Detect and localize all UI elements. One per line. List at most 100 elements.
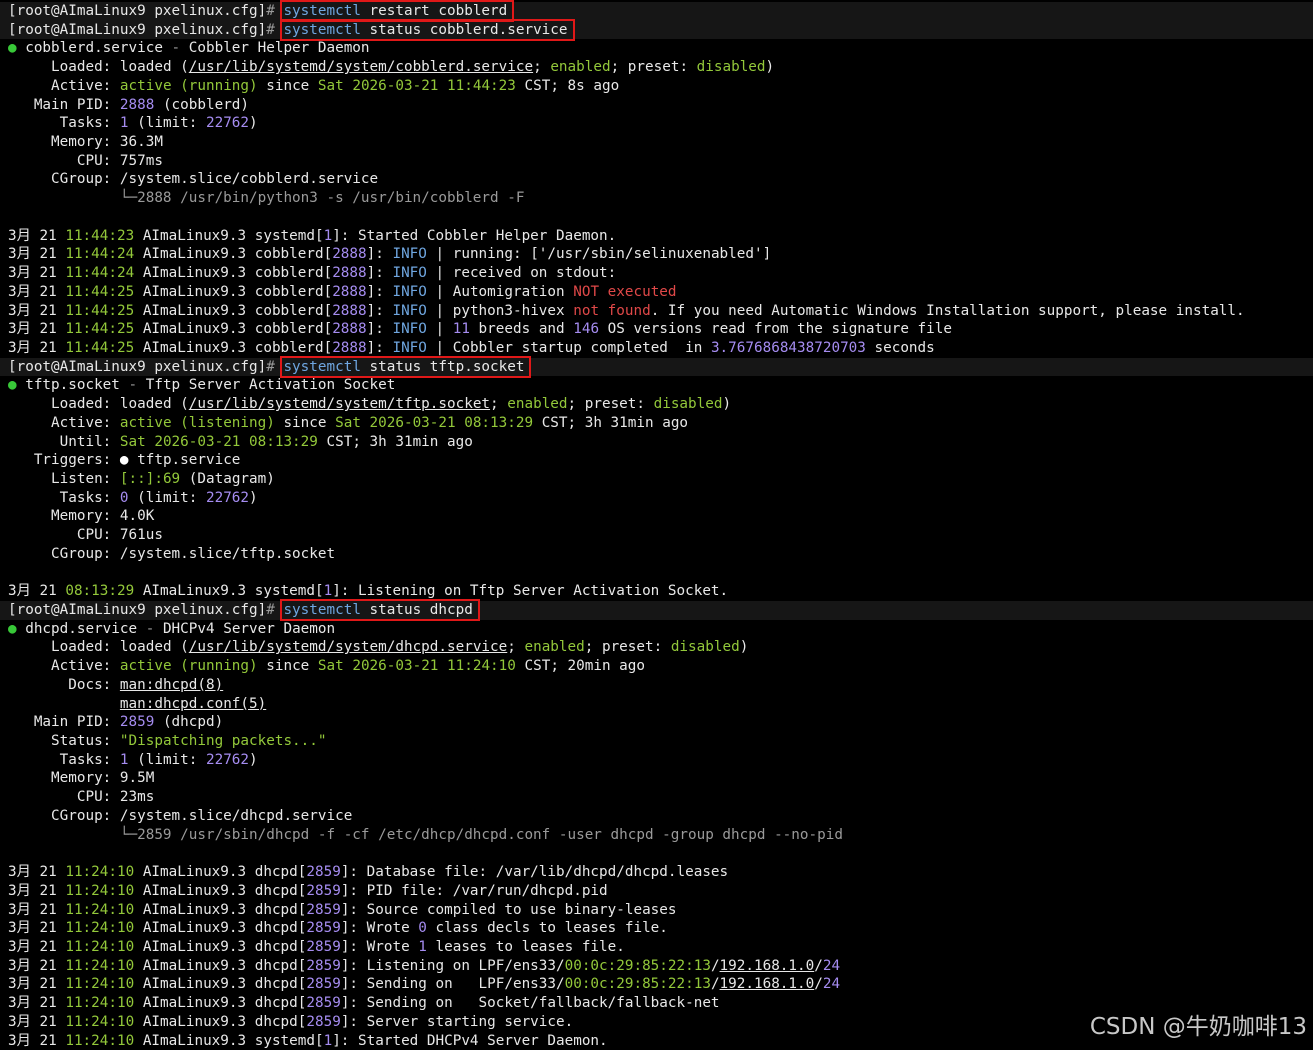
terminal-text: AImaLinux9.3 systemd[ <box>134 227 324 244</box>
terminal-text: Until: <box>8 433 120 450</box>
terminal-text: 1 <box>119 751 129 768</box>
terminal-text: cobblerd.service <box>25 40 172 57</box>
terminal-text: 0 <box>119 489 129 506</box>
terminal-text: Sat 2026-03-21 08:13:29 <box>119 433 318 450</box>
terminal-text: 22762 <box>205 751 250 768</box>
terminal-text: 3.7676868438720703 <box>710 339 866 356</box>
terminal-text: 3月 21 <box>8 901 66 918</box>
terminal-text: ]: Wrote <box>340 938 419 955</box>
command-highlight-box: systemctl status dhcpd <box>280 599 480 621</box>
terminal-line: └─2859 /usr/sbin/dhcpd -f -cf /etc/dhcp/… <box>8 826 1313 845</box>
command-text: status cobblerd.service <box>360 21 568 38</box>
terminal-text: Active: <box>8 414 120 431</box>
terminal-line: Tasks: 0 (limit: 22762) <box>8 489 1313 508</box>
terminal-line: CGroup: /system.slice/tftp.socket <box>8 545 1313 564</box>
terminal-line: 3月 21 11:24:10 AImaLinux9.3 dhcpd[2859]:… <box>8 975 1313 994</box>
terminal-text: ● <box>8 620 26 637</box>
terminal-text: active (running) <box>119 658 258 675</box>
terminal-text: AImaLinux9.3 dhcpd[ <box>134 920 307 937</box>
terminal-text: AImaLinux9.3 systemd[ <box>134 583 324 600</box>
terminal-text: / <box>814 976 823 993</box>
terminal-text: disabled <box>653 396 723 413</box>
command-prompt-line: [root@AImaLinux9 pxelinux.cfg]# systemct… <box>0 0 1313 22</box>
terminal-line: Active: active (listening) since Sat 202… <box>8 414 1313 433</box>
terminal-text: 3月 21 <box>8 938 66 955</box>
watermark: CSDN @牛奶咖啡13 <box>1089 1014 1307 1040</box>
terminal-text: CST; 20min ago <box>515 658 646 675</box>
terminal-output[interactable]: [root@AImaLinux9 pxelinux.cfg]# systemct… <box>0 0 1313 1050</box>
terminal-text: 2859 <box>306 938 341 955</box>
terminal-text: ● <box>119 452 138 469</box>
terminal-text: ; preset: <box>610 59 697 76</box>
terminal-line: CPU: 23ms <box>8 788 1313 807</box>
terminal-text: Memory: 4.0K <box>8 508 155 525</box>
terminal-text: 3月 21 <box>8 957 66 974</box>
terminal-line: ● cobblerd.service - Cobbler Helper Daem… <box>8 39 1313 58</box>
terminal-text: 11:24:10 <box>65 882 135 899</box>
terminal-text: ]: <box>366 339 393 356</box>
terminal-text: AImaLinux9.3 dhcpd[ <box>134 976 307 993</box>
command-highlight-box: systemctl restart cobblerd <box>280 0 515 22</box>
terminal-text: CGroup: /system.slice/cobblerd.service <box>8 171 379 188</box>
terminal-text: / <box>814 957 823 974</box>
terminal-text: (cobblerd) <box>154 96 250 113</box>
terminal-text: ]: Sending on LPF/ens33/ <box>340 976 565 993</box>
terminal-line: Listen: [::]:69 (Datagram) <box>8 470 1313 489</box>
terminal-text: INFO <box>392 321 427 338</box>
terminal-line: Until: Sat 2026-03-21 08:13:29 CST; 3h 3… <box>8 433 1313 452</box>
terminal-text: 11:44:25 <box>65 283 135 300</box>
terminal-text: 3月 21 <box>8 920 66 937</box>
terminal-text: # <box>266 21 284 38</box>
terminal-line: 3月 21 11:44:25 AImaLinux9.3 cobblerd[288… <box>8 320 1313 339</box>
terminal-text: since <box>257 77 318 94</box>
terminal-text: (dhcpd) <box>154 714 224 731</box>
command-prompt-line: [root@AImaLinux9 pxelinux.cfg]# systemct… <box>0 355 1313 378</box>
terminal-text: 2859 <box>306 976 341 993</box>
terminal-text: 3月 21 <box>8 1032 66 1049</box>
terminal-line: Loaded: loaded (/usr/lib/systemd/system/… <box>8 58 1313 77</box>
terminal-line: 3月 21 11:24:10 AImaLinux9.3 dhcpd[2859]:… <box>8 901 1313 920</box>
terminal-text: enabled <box>550 59 611 76</box>
terminal-text: ; preset: <box>584 639 671 656</box>
terminal-line: └─2888 /usr/bin/python3 -s /usr/bin/cobb… <box>8 189 1313 208</box>
path-link: man:dhcpd(8) <box>119 676 224 693</box>
terminal-text: 11:24:10 <box>65 1032 135 1049</box>
terminal-line: man:dhcpd.conf(5) <box>8 695 1313 714</box>
terminal-text: # <box>266 602 284 618</box>
command-text: systemctl <box>283 358 361 375</box>
terminal-text: [::]:69 <box>119 470 181 487</box>
terminal-line: Triggers: ● tftp.service <box>8 451 1313 470</box>
terminal-text: # <box>266 358 284 375</box>
path-link: man:dhcpd.conf(5) <box>119 695 267 712</box>
terminal-text: Tftp Server Activation Socket <box>145 377 396 394</box>
terminal-line: Active: active (running) since Sat 2026-… <box>8 77 1313 96</box>
terminal-line: Docs: man:dhcpd(8) <box>8 676 1313 695</box>
terminal-text: Active: <box>8 658 120 675</box>
terminal-text: 3月 21 <box>8 583 66 600</box>
terminal-text: [root@AImaLinux9 pxelinux.cfg] <box>8 358 267 375</box>
terminal-text: 11 <box>452 321 470 338</box>
terminal-text: 11:24:10 <box>65 995 135 1012</box>
terminal-text: 1 <box>323 227 333 244</box>
terminal-text: 11:24:10 <box>65 957 135 974</box>
terminal-text: 11:44:24 <box>65 246 135 263</box>
terminal-text: 00:0c:29:85:22:13 <box>564 957 711 974</box>
terminal-text: 22762 <box>205 115 250 132</box>
terminal-text: 2888 <box>332 339 367 356</box>
terminal-text: 1 <box>323 583 333 600</box>
terminal-text: CGroup: /system.slice/dhcpd.service <box>8 807 353 824</box>
terminal-text: 3月 21 <box>8 302 66 319</box>
terminal-text: AImaLinux9.3 dhcpd[ <box>134 882 307 899</box>
command-prompt-line: [root@AImaLinux9 pxelinux.cfg]# systemct… <box>0 599 1313 621</box>
terminal-text: 2888 <box>332 265 367 282</box>
path-link: 192.168.1.0 <box>719 976 815 993</box>
terminal-text: ]: Started Cobbler Helper Daemon. <box>332 227 617 244</box>
terminal-text: 0 <box>418 920 427 937</box>
command-text: status tftp.socket <box>360 358 525 375</box>
terminal-line: 3月 21 11:24:10 AImaLinux9.3 dhcpd[2859]:… <box>8 863 1313 882</box>
terminal-text: Memory: 9.5M <box>8 770 155 787</box>
terminal-text: 11:44:23 <box>65 227 135 244</box>
terminal-text: leases to leases file. <box>426 938 625 955</box>
terminal-line: 3月 21 11:44:25 AImaLinux9.3 cobblerd[288… <box>8 302 1313 321</box>
